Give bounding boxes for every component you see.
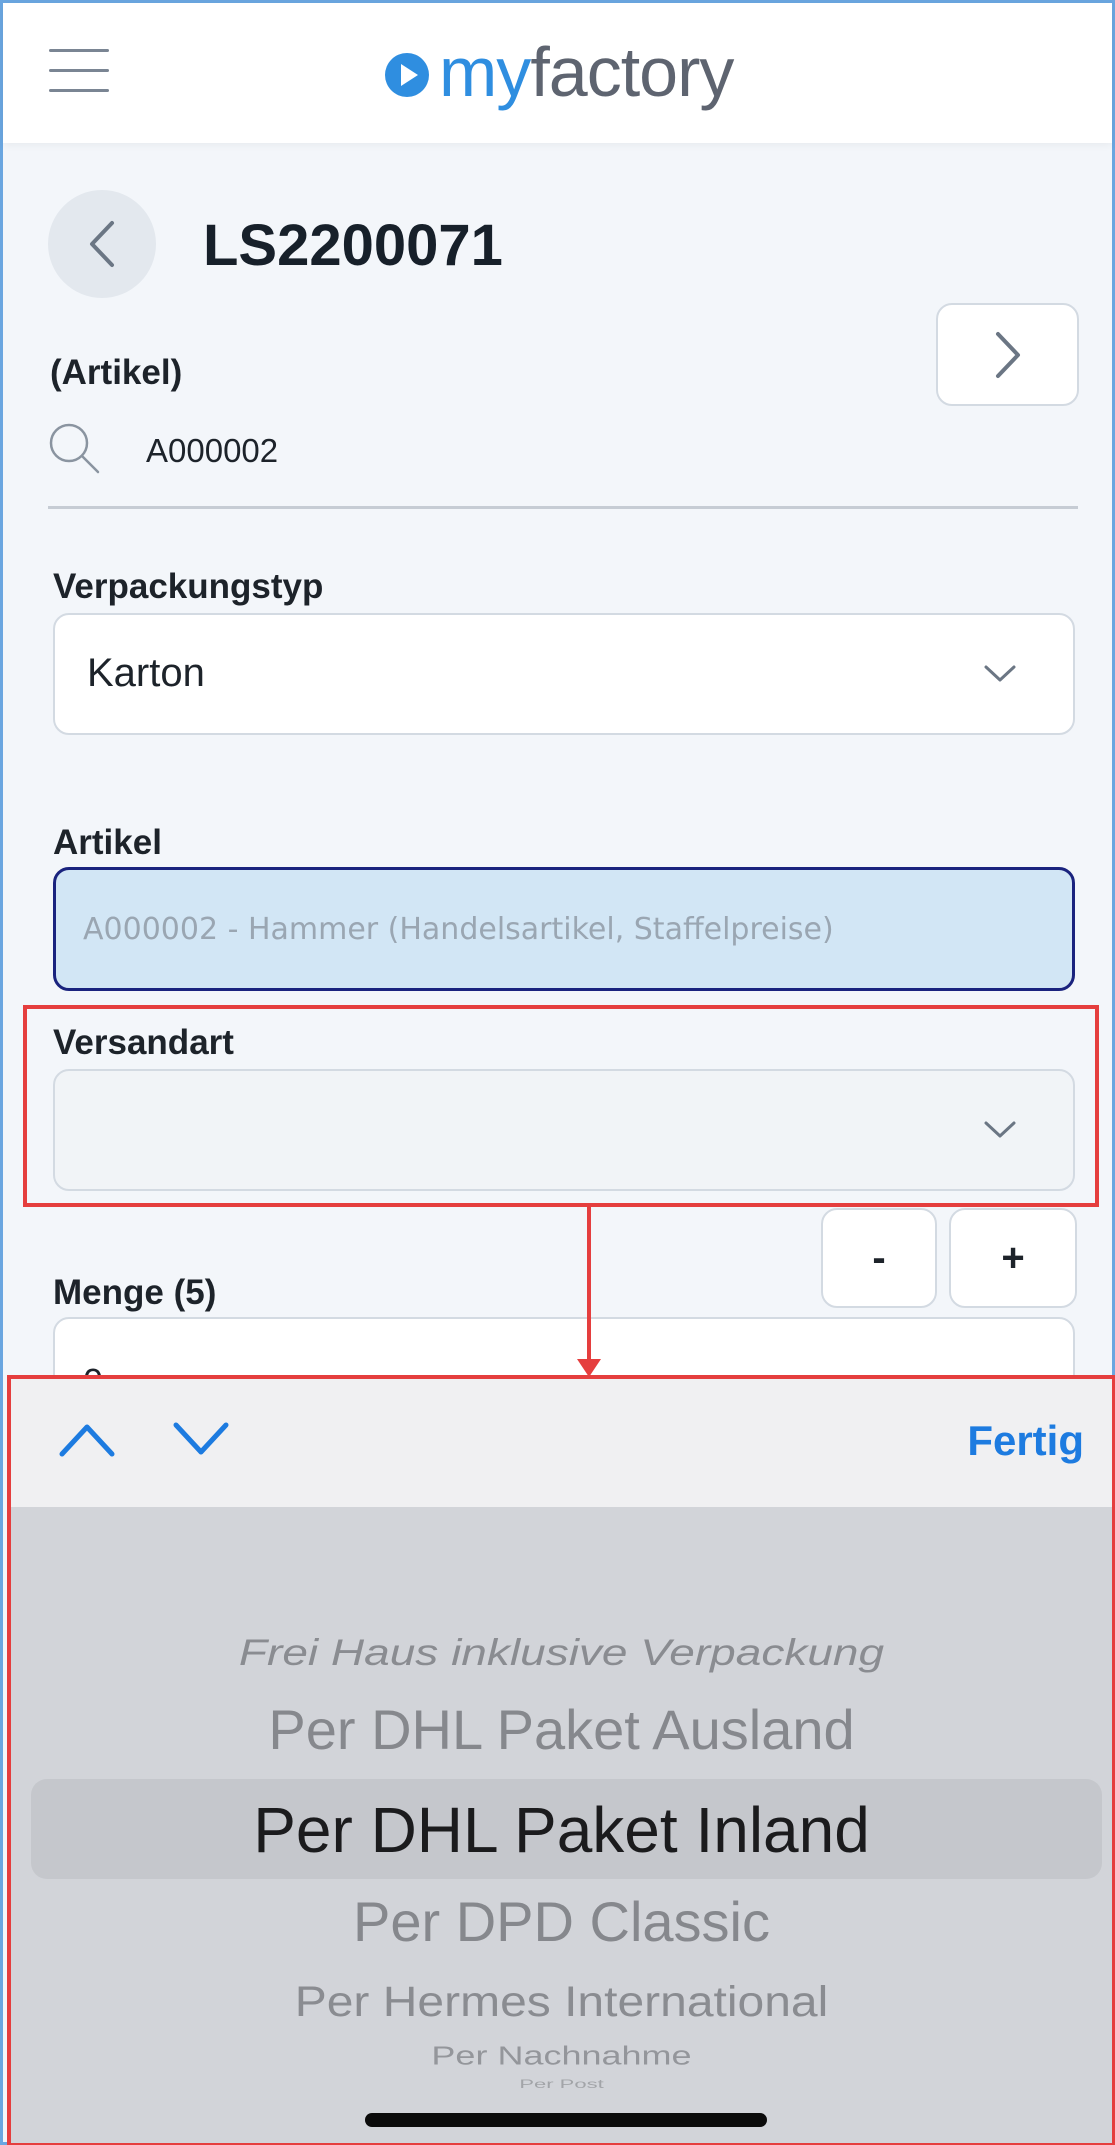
picker-option[interactable]: Per Post (11, 2077, 1112, 2091)
article-field: A000002 - Hammer (Handelsartikel, Staffe… (53, 867, 1075, 991)
article-search-input[interactable]: A000002 (146, 432, 278, 470)
back-button[interactable] (48, 190, 156, 298)
picker-option[interactable]: Frei Haus inklusive Verpackung (11, 1630, 1112, 1673)
hamburger-menu-icon[interactable] (49, 49, 109, 93)
shipping-label: Versandart (53, 1023, 234, 1062)
packaging-select[interactable]: Karton (53, 613, 1075, 735)
chevron-right-icon (995, 331, 1020, 378)
picker-option[interactable]: Per DPD Classic (11, 1889, 1112, 1954)
picker-toolbar: Fertig (11, 1379, 1112, 1507)
packaging-label: Verpackungstyp (53, 567, 324, 606)
chevron-down-icon (984, 1121, 1016, 1138)
article-label: Artikel (53, 823, 162, 862)
highlight-arrowhead-icon (577, 1359, 601, 1377)
chevron-up-icon[interactable] (57, 1419, 117, 1459)
chevron-left-icon (90, 221, 114, 267)
page-title: LS2200071 (203, 213, 503, 278)
picker-option-selected[interactable]: Per DHL Paket Inland (11, 1793, 1112, 1867)
packaging-select-value: Karton (87, 651, 205, 695)
chevron-down-icon (984, 665, 1016, 682)
logo-text-factory: factory (530, 33, 734, 111)
search-icon (49, 423, 100, 474)
logo-text-my: my (439, 33, 531, 111)
next-button[interactable] (936, 303, 1079, 406)
quantity-minus-button[interactable]: - (821, 1208, 937, 1308)
highlight-connector-line (587, 1207, 591, 1367)
app-header: myfactory (3, 3, 1112, 143)
picker-option[interactable]: Per DHL Paket Ausland (11, 1697, 1112, 1762)
article-field-value: A000002 - Hammer (Handelsartikel, Staffe… (83, 912, 834, 947)
article-search-label: (Artikel) (50, 353, 183, 392)
quantity-label: Menge (5) (53, 1273, 217, 1312)
myfactory-logo: myfactory (383, 27, 734, 117)
done-button[interactable]: Fertig (967, 1417, 1084, 1465)
search-underline (48, 506, 1078, 509)
chevron-down-icon[interactable] (171, 1419, 231, 1459)
quantity-plus-button[interactable]: + (949, 1208, 1077, 1308)
home-indicator (365, 2113, 767, 2127)
play-logo-icon (385, 53, 429, 97)
picker-option[interactable]: Per Nachnahme (11, 2041, 1112, 2071)
shipping-picker-wheel[interactable]: Frei Haus inklusive Verpackung Per DHL P… (11, 1507, 1112, 2145)
shipping-select[interactable] (53, 1069, 1075, 1191)
article-search-field[interactable]: A000002 (48, 418, 1078, 508)
picker-option[interactable]: Per Hermes International (11, 1978, 1112, 2026)
